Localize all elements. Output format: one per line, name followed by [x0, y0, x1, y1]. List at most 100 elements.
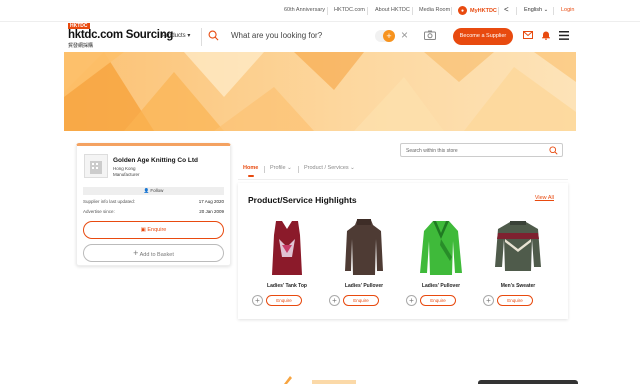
- floating-bar: [478, 380, 578, 384]
- highlights-title: Product/Service Highlights: [248, 195, 357, 205]
- product-image[interactable]: [262, 217, 312, 277]
- language-selector[interactable]: English ⌄: [524, 7, 548, 13]
- divider: [327, 7, 328, 15]
- products-dropdown[interactable]: Products ▾: [162, 32, 190, 39]
- follow-label: Follow: [150, 188, 164, 193]
- footer-graphic: [284, 376, 356, 384]
- product-image[interactable]: [416, 217, 466, 277]
- bell-icon[interactable]: [541, 30, 551, 40]
- plus-icon: +: [133, 248, 139, 258]
- site-header: HKTDC hktdc.com Sourcing 貿發網採購 Products …: [0, 22, 640, 52]
- products-label: Products: [162, 33, 186, 39]
- supplier-location: Hong Kong: [113, 166, 136, 171]
- add-to-basket-label: Add to Basket: [139, 252, 174, 258]
- enquire-label: Enquire: [430, 298, 446, 303]
- add-to-basket-icon[interactable]: +: [252, 295, 263, 306]
- view-all-link[interactable]: View All: [535, 195, 554, 201]
- my-hktdc-link[interactable]: ● MyHKTDC: [458, 5, 497, 16]
- search-input[interactable]: What are you looking for?: [231, 31, 322, 40]
- camera-icon[interactable]: [424, 30, 436, 40]
- building-icon: [90, 161, 102, 174]
- search-icon[interactable]: [208, 30, 219, 41]
- divider: [516, 7, 517, 15]
- tab-profile-label: Profile: [270, 165, 286, 171]
- divider: [412, 7, 413, 15]
- menu-icon[interactable]: [559, 31, 569, 40]
- user-icon: ●: [458, 6, 467, 15]
- divider: [451, 7, 452, 15]
- add-to-basket-icon[interactable]: +: [483, 295, 494, 306]
- product-enquire-button[interactable]: Enquire: [343, 295, 379, 306]
- tab-home[interactable]: Home: [243, 165, 258, 171]
- product-name[interactable]: Ladies' Pullover: [406, 283, 476, 289]
- advertise-since-row: Advertise since: 20 Jan 2009: [83, 209, 224, 214]
- advertise-since-label: Advertise since:: [83, 209, 115, 214]
- tab-profile[interactable]: Profile ⌄: [270, 165, 292, 171]
- product-card[interactable]: Men's Sweater + Enquire: [483, 217, 553, 312]
- close-icon[interactable]: ×: [401, 28, 408, 42]
- link-60th-anniversary[interactable]: 60th Anniversary: [284, 7, 325, 13]
- utility-bar: 60th Anniversary HKTDC.com About HKTDC M…: [0, 0, 640, 22]
- search-mode-toggle[interactable]: +: [375, 30, 395, 42]
- product-name[interactable]: Ladies' Tank Top: [252, 283, 322, 289]
- advertise-since-value: 20 Jan 2009: [199, 209, 224, 214]
- divider: [264, 166, 265, 173]
- divider: [498, 7, 499, 15]
- become-supplier-button[interactable]: Become a Supplier: [453, 28, 513, 45]
- supplier-type: Manufacturer: [113, 172, 140, 177]
- logo[interactable]: HKTDC hktdc.com Sourcing 貿發網採購: [68, 23, 173, 49]
- enquire-label: Enquire: [507, 298, 523, 303]
- tab-products-label: Product / Services: [304, 165, 349, 171]
- follow-button[interactable]: 👤 Follow: [83, 187, 224, 195]
- logo-title: hktdc.com Sourcing: [68, 29, 174, 41]
- follow-icon: 👤: [143, 188, 150, 193]
- link-about-hktdc[interactable]: About HKTDC: [375, 7, 410, 13]
- my-hktdc-label: MyHKTDC: [470, 7, 497, 14]
- supplier-card: Golden Age Knitting Co Ltd Hong Kong Man…: [76, 143, 231, 266]
- info-updated-value: 17 Aug 2020: [198, 199, 224, 204]
- mail-icon[interactable]: [523, 31, 533, 39]
- plus-icon: +: [383, 30, 395, 42]
- language-label: English: [524, 7, 543, 13]
- share-icon[interactable]: <: [504, 5, 509, 14]
- product-enquire-button[interactable]: Enquire: [266, 295, 302, 306]
- add-to-basket-button[interactable]: + Add to Basket: [83, 244, 224, 262]
- document-icon: ▣: [140, 227, 146, 233]
- product-card[interactable]: Ladies' Tank Top + Enquire: [252, 217, 322, 312]
- add-to-basket-icon[interactable]: +: [329, 295, 340, 306]
- search-icon[interactable]: [549, 146, 558, 155]
- supplier-name[interactable]: Golden Age Knitting Co Ltd: [113, 157, 198, 164]
- banner-graphic: [64, 52, 576, 131]
- tab-products-services[interactable]: Product / Services ⌄: [304, 165, 355, 171]
- store-search-field[interactable]: Search within this store: [400, 143, 563, 157]
- divider: [298, 166, 299, 173]
- store-search-input[interactable]: Search within this store: [406, 148, 458, 154]
- product-enquire-button[interactable]: Enquire: [497, 295, 533, 306]
- product-name[interactable]: Ladies' Pullover: [329, 283, 399, 289]
- product-name[interactable]: Men's Sweater: [483, 283, 553, 289]
- divider: [367, 7, 368, 15]
- tabs-divider: [238, 179, 568, 180]
- product-image[interactable]: [493, 217, 543, 277]
- enquire-label: Enquire: [147, 227, 167, 233]
- enquire-label: Enquire: [276, 298, 292, 303]
- info-updated-row: Supplier info last updated: 17 Aug 2020: [83, 199, 224, 204]
- highlights-panel: Product/Service Highlights View All Ladi…: [238, 183, 568, 319]
- login-link[interactable]: Login: [561, 7, 574, 13]
- divider: [553, 7, 554, 15]
- link-media-room[interactable]: Media Room: [419, 7, 450, 13]
- product-card[interactable]: Ladies' Pullover + Enquire: [329, 217, 399, 312]
- product-image[interactable]: [339, 217, 389, 277]
- product-card[interactable]: Ladies' Pullover + Enquire: [406, 217, 476, 312]
- link-hktdc-com[interactable]: HKTDC.com: [334, 7, 365, 13]
- add-to-basket-icon[interactable]: +: [406, 295, 417, 306]
- info-updated-label: Supplier info last updated:: [83, 199, 136, 204]
- caret-down-icon: ▾: [187, 33, 191, 39]
- active-tab-indicator: [248, 175, 254, 177]
- enquire-button[interactable]: ▣ Enquire: [83, 221, 224, 239]
- supplier-logo: [84, 154, 108, 178]
- product-enquire-button[interactable]: Enquire: [420, 295, 456, 306]
- divider: [201, 28, 202, 46]
- store-banner: [64, 52, 576, 131]
- logo-subtitle: 貿發網採購: [68, 43, 94, 49]
